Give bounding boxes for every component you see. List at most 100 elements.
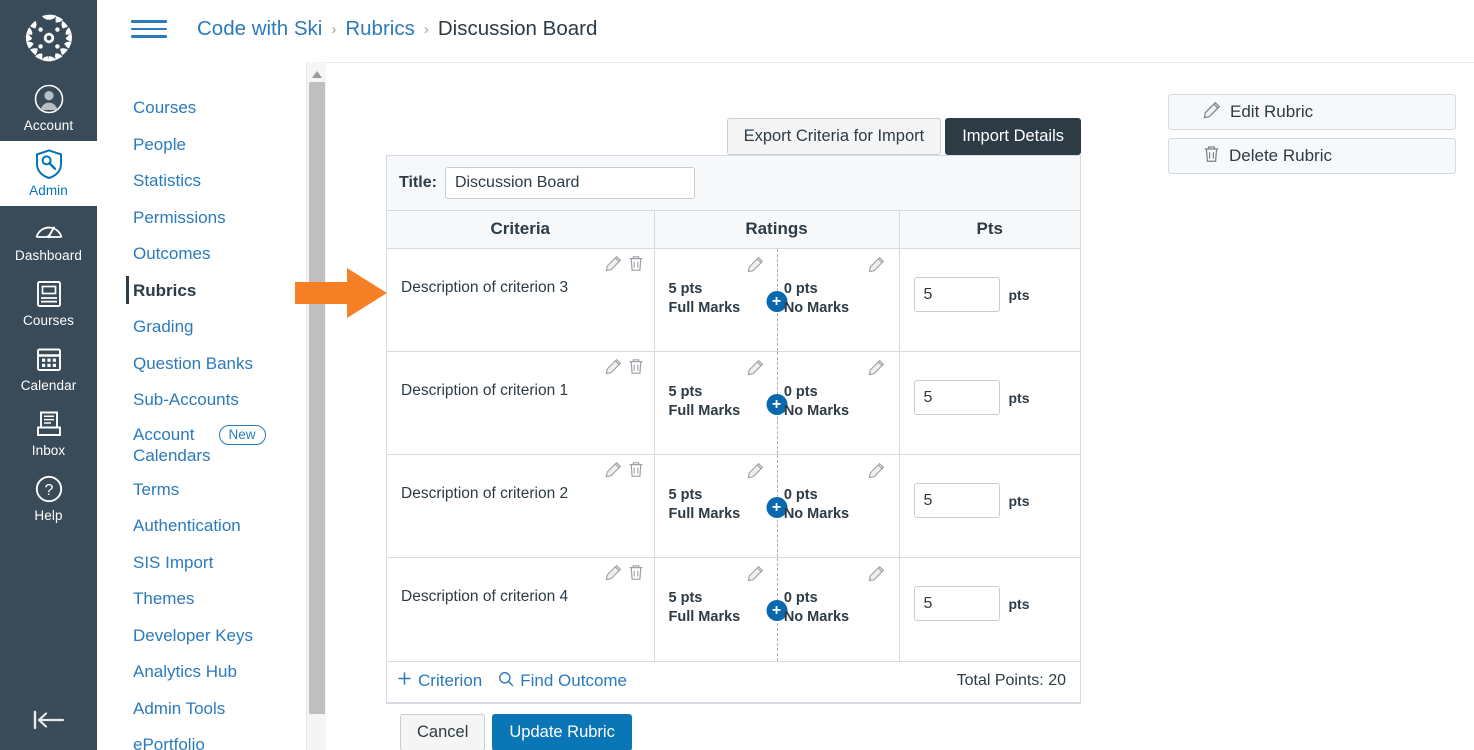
global-nav-item-courses[interactable]: Courses — [0, 271, 97, 336]
rubric-action-bar: Cancel Update Rubric — [386, 702, 1081, 750]
column-header-criteria: Criteria — [387, 211, 655, 249]
ctx-nav-item-outcomes[interactable]: Outcomes — [97, 236, 307, 273]
ctx-nav-item-rubrics[interactable]: Rubrics — [97, 273, 307, 310]
find-outcome-link[interactable]: Find Outcome — [498, 671, 627, 692]
ctx-nav-item-admin-tools[interactable]: Admin Tools — [97, 691, 307, 728]
scrollbar-thumb[interactable] — [309, 82, 325, 714]
cancel-button[interactable]: Cancel — [400, 713, 486, 750]
ctx-nav-item-grading[interactable]: Grading — [97, 309, 307, 346]
criterion-cell: Description of criterion 2 — [387, 454, 655, 558]
delete-rubric-button[interactable]: Delete Rubric — [1168, 138, 1456, 174]
ctx-nav-item-permissions[interactable]: Permissions — [97, 200, 307, 237]
collapse-arrow-left-icon[interactable] — [0, 708, 97, 732]
ctx-nav-item-courses[interactable]: Courses — [97, 90, 307, 127]
trash-icon[interactable] — [628, 255, 644, 277]
rating-label: Full Marks — [668, 403, 741, 419]
rubric-box: Title: Criteria Ratings Pts — [386, 155, 1081, 703]
ctx-nav-label: Grading — [133, 317, 194, 336]
context-nav-scrollbar[interactable] — [306, 62, 326, 750]
breadcrumb-item-course[interactable]: Code with Ski — [197, 17, 322, 41]
pencil-icon[interactable] — [605, 564, 622, 586]
criterion-description: Description of criterion 1 — [401, 382, 569, 399]
global-nav-label: Inbox — [31, 443, 66, 458]
rating-left: 5 pts Full Marks — [669, 280, 741, 318]
global-nav-label: Help — [34, 508, 63, 523]
canvas-logo[interactable] — [0, 0, 97, 76]
pencil-icon[interactable] — [605, 358, 622, 380]
ctx-nav-label: Permissions — [133, 207, 226, 227]
criterion-points-input[interactable] — [913, 277, 1000, 312]
ctx-nav-label: SIS Import — [133, 552, 214, 572]
pencil-icon[interactable] — [747, 256, 764, 278]
ctx-nav-item-eportfolio[interactable]: ePortfolio — [97, 727, 307, 750]
ctx-nav-item-analytics-hub[interactable]: Analytics Hub — [97, 654, 307, 691]
ctx-nav-item-question-banks[interactable]: Question Banks — [97, 346, 307, 383]
ctx-nav-item-terms[interactable]: Terms — [97, 472, 307, 509]
delete-rubric-label: Delete Rubric — [1229, 146, 1332, 165]
gauge-icon — [32, 212, 66, 246]
add-criterion-link[interactable]: Criterion — [397, 671, 482, 691]
points-suffix: pts — [1008, 595, 1030, 612]
breadcrumb-item-rubrics[interactable]: Rubrics — [345, 17, 415, 41]
ctx-nav-item-statistics[interactable]: Statistics — [97, 163, 307, 200]
inbox-tray-icon — [32, 407, 66, 441]
column-header-pts: Pts — [899, 211, 1080, 249]
trash-icon[interactable] — [628, 461, 644, 483]
ctx-nav-item-people[interactable]: People — [97, 127, 307, 164]
pencil-icon[interactable] — [747, 359, 764, 381]
rating-left: 5 pts Full Marks — [669, 383, 741, 421]
pencil-icon[interactable] — [747, 565, 764, 587]
ctx-nav-label: Admin Tools — [133, 698, 226, 718]
criterion-points-input[interactable] — [913, 586, 1000, 621]
criterion-description: Description of criterion 2 — [401, 485, 569, 502]
points-cell: pts — [899, 351, 1080, 455]
header-divider — [326, 62, 1474, 63]
global-nav-item-account[interactable]: Account — [0, 76, 97, 141]
pencil-icon[interactable] — [868, 462, 885, 484]
rubric-title-row: Title: — [387, 156, 1080, 211]
pencil-icon[interactable] — [868, 565, 885, 587]
rating-right: 0 pts No Marks — [784, 589, 849, 627]
pencil-icon[interactable] — [868, 359, 885, 381]
global-nav-item-admin[interactable]: Admin — [0, 141, 97, 206]
trash-icon[interactable] — [628, 358, 644, 380]
ctx-nav-item-sub-accounts[interactable]: Sub-Accounts — [97, 382, 307, 419]
question-circle-icon: ? — [32, 472, 66, 506]
ctx-nav-item-themes[interactable]: Themes — [97, 581, 307, 618]
criterion-actions — [605, 564, 644, 586]
ctx-nav-label: Account Calendars — [133, 424, 211, 465]
rubric-title-input[interactable] — [444, 167, 695, 199]
global-nav-item-help[interactable]: ? Help — [0, 466, 97, 531]
pencil-icon[interactable] — [605, 461, 622, 483]
pencil-icon[interactable] — [747, 462, 764, 484]
hamburger-menu-icon[interactable] — [131, 15, 167, 43]
trash-icon[interactable] — [628, 564, 644, 586]
global-nav-item-dashboard[interactable]: Dashboard — [0, 206, 97, 271]
rubric-footer: Criterion Find Outcome Total Points: 20 — [387, 660, 1080, 702]
ctx-nav-item-developer-keys[interactable]: Developer Keys — [97, 618, 307, 655]
ctx-nav-item-sis-import[interactable]: SIS Import — [97, 545, 307, 582]
update-rubric-button[interactable]: Update Rubric — [492, 713, 632, 750]
trash-icon — [1203, 145, 1220, 168]
rating-label: Full Marks — [668, 609, 741, 625]
ctx-nav-item-authentication[interactable]: Authentication — [97, 508, 307, 545]
criterion-points-input[interactable] — [913, 483, 1000, 518]
ctx-nav-item-account-calendars[interactable]: Account Calendars New — [97, 419, 307, 472]
table-row: Description of criterion 2 5 pts Full Ma… — [387, 454, 1080, 558]
criterion-cell: Description of criterion 1 — [387, 351, 655, 455]
global-nav-item-inbox[interactable]: Inbox — [0, 401, 97, 466]
ratings-cell: 5 pts Full Marks + 0 pts No Marks — [654, 557, 900, 661]
pencil-icon[interactable] — [868, 256, 885, 278]
export-criteria-button[interactable]: Export Criteria for Import — [726, 118, 942, 155]
ratings-cell: 5 pts Full Marks + 0 pts No Marks — [654, 248, 900, 352]
import-details-button[interactable]: Import Details — [945, 118, 1081, 155]
edit-rubric-button[interactable]: Edit Rubric — [1168, 94, 1456, 130]
total-points: Total Points: 20 — [956, 672, 1066, 689]
pencil-icon[interactable] — [605, 255, 622, 277]
find-outcome-label: Find Outcome — [520, 671, 628, 690]
rubric-editor: Export Criteria for Import Import Detail… — [386, 118, 1081, 750]
global-nav-item-calendar[interactable]: Calendar — [0, 336, 97, 401]
criterion-points-input[interactable] — [913, 380, 1000, 415]
global-nav-label: Admin — [29, 183, 68, 198]
global-nav-label: Courses — [23, 313, 74, 328]
